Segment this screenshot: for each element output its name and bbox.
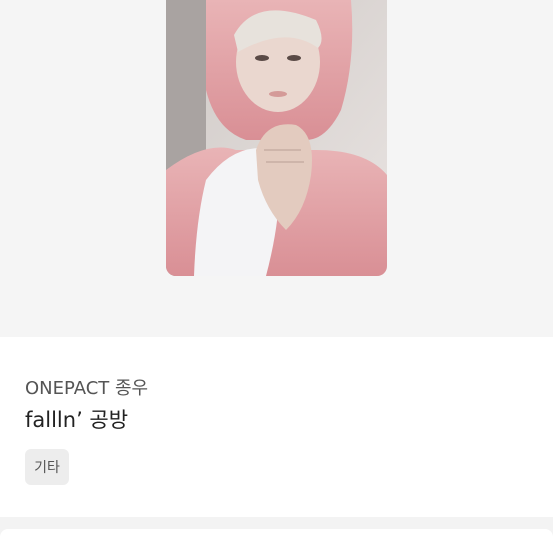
photocard-illustration: [166, 0, 387, 276]
artist-name: ONEPACT 종우: [25, 378, 149, 399]
product-image-area: [0, 0, 553, 337]
photocard-image[interactable]: [166, 0, 387, 276]
product-title: fallln’ 공방: [25, 408, 129, 432]
category-tag[interactable]: 기타: [25, 449, 69, 485]
section-divider: [0, 517, 553, 553]
next-section-card: [0, 529, 553, 553]
